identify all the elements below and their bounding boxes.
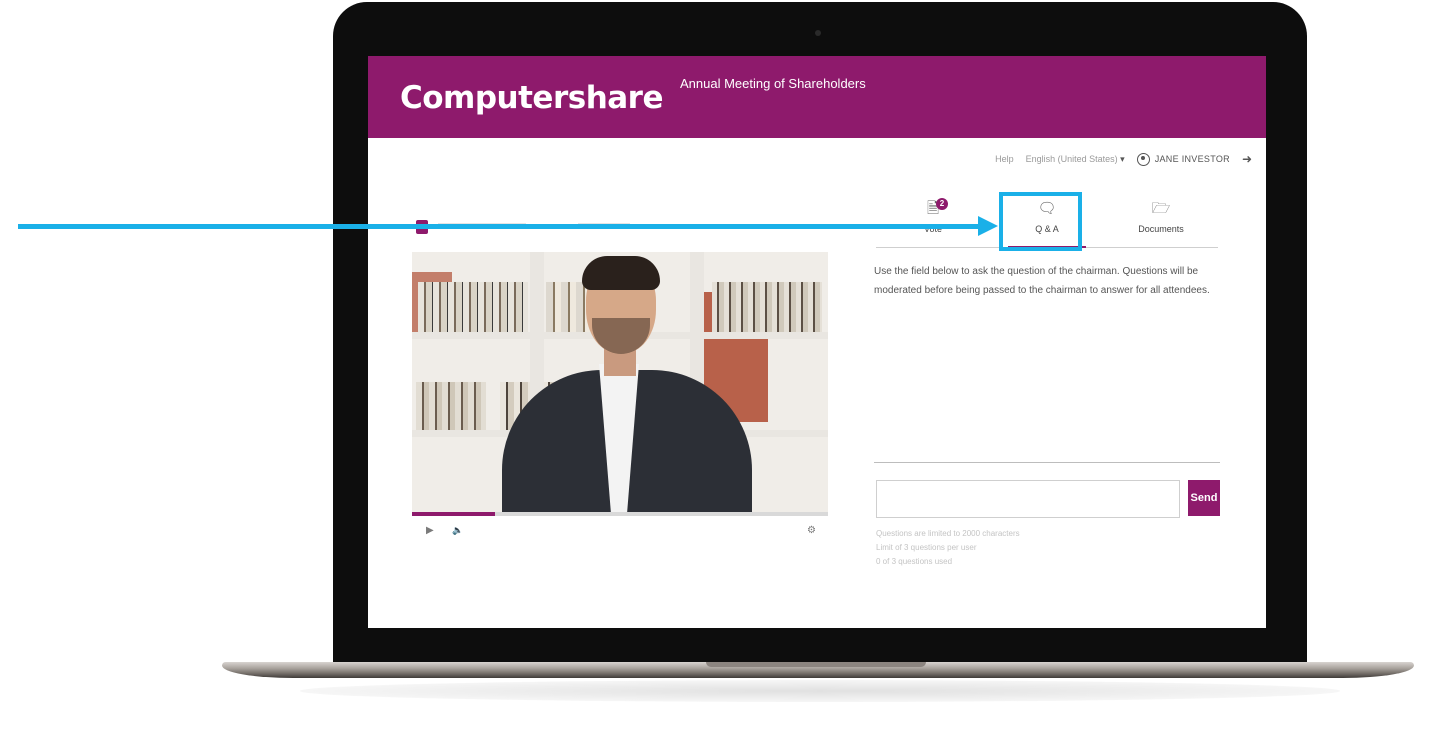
tab-documents-label: Documents [1138, 224, 1184, 234]
event-title: Annual Meeting of Shareholders [680, 76, 866, 91]
laptop-shadow [300, 680, 1340, 702]
brand-logo: Computershare [400, 80, 664, 116]
tab-vote[interactable]: 🗎 2 Vote [876, 196, 990, 247]
volume-icon[interactable]: 🔈 [452, 525, 463, 536]
video-progress-bar[interactable] [412, 512, 828, 516]
tab-documents[interactable]: 🗁 Documents [1104, 196, 1218, 247]
stage: Computershare Annual Meeting of Sharehol… [0, 0, 1442, 756]
user-name: JANE INVESTOR [1154, 154, 1230, 164]
annotation-arrow-line [18, 224, 982, 229]
vote-count-badge: 2 [936, 198, 948, 210]
play-icon[interactable]: ▶ [426, 525, 434, 536]
user-icon [1136, 152, 1150, 166]
settings-gear-icon[interactable]: ⚙ [807, 525, 816, 536]
header-banner: Computershare Annual Meeting of Sharehol… [368, 56, 1266, 138]
logout-icon[interactable]: ➜ [1242, 152, 1252, 166]
video-progress-fill [412, 512, 496, 516]
qa-divider [874, 462, 1220, 463]
send-button[interactable]: Send [1188, 480, 1220, 516]
qa-instructions: Use the field below to ask the question … [874, 266, 1210, 296]
screen: Computershare Annual Meeting of Sharehol… [368, 56, 1266, 628]
user-menu[interactable]: JANE INVESTOR [1136, 152, 1230, 166]
books-row [712, 282, 822, 332]
laptop-hinge-notch [706, 662, 926, 667]
question-limits: Questions are limited to 2000 characters… [876, 527, 1020, 569]
presenter-hair [582, 256, 660, 290]
vote-document-icon: 🗎 [926, 200, 940, 217]
utility-bar: Help English (United States) JANE INVEST… [995, 152, 1252, 166]
language-select[interactable]: English (United States) [1026, 154, 1125, 165]
video-controls: ▶ 🔈 ⚙ [426, 525, 826, 539]
webcam [815, 30, 821, 36]
folder-icon: 🗁 [1151, 200, 1171, 217]
help-link[interactable]: Help [995, 154, 1014, 164]
books-row [416, 382, 486, 430]
annotation-arrow-head [978, 216, 998, 236]
video-player[interactable] [412, 252, 828, 512]
questions-used: 0 of 3 questions used [876, 557, 953, 566]
limit-questions: Limit of 3 questions per user [876, 543, 977, 552]
books-row [418, 282, 528, 332]
limit-characters: Questions are limited to 2000 characters [876, 529, 1020, 538]
annotation-highlight-box [999, 192, 1082, 251]
question-input[interactable] [876, 480, 1180, 518]
